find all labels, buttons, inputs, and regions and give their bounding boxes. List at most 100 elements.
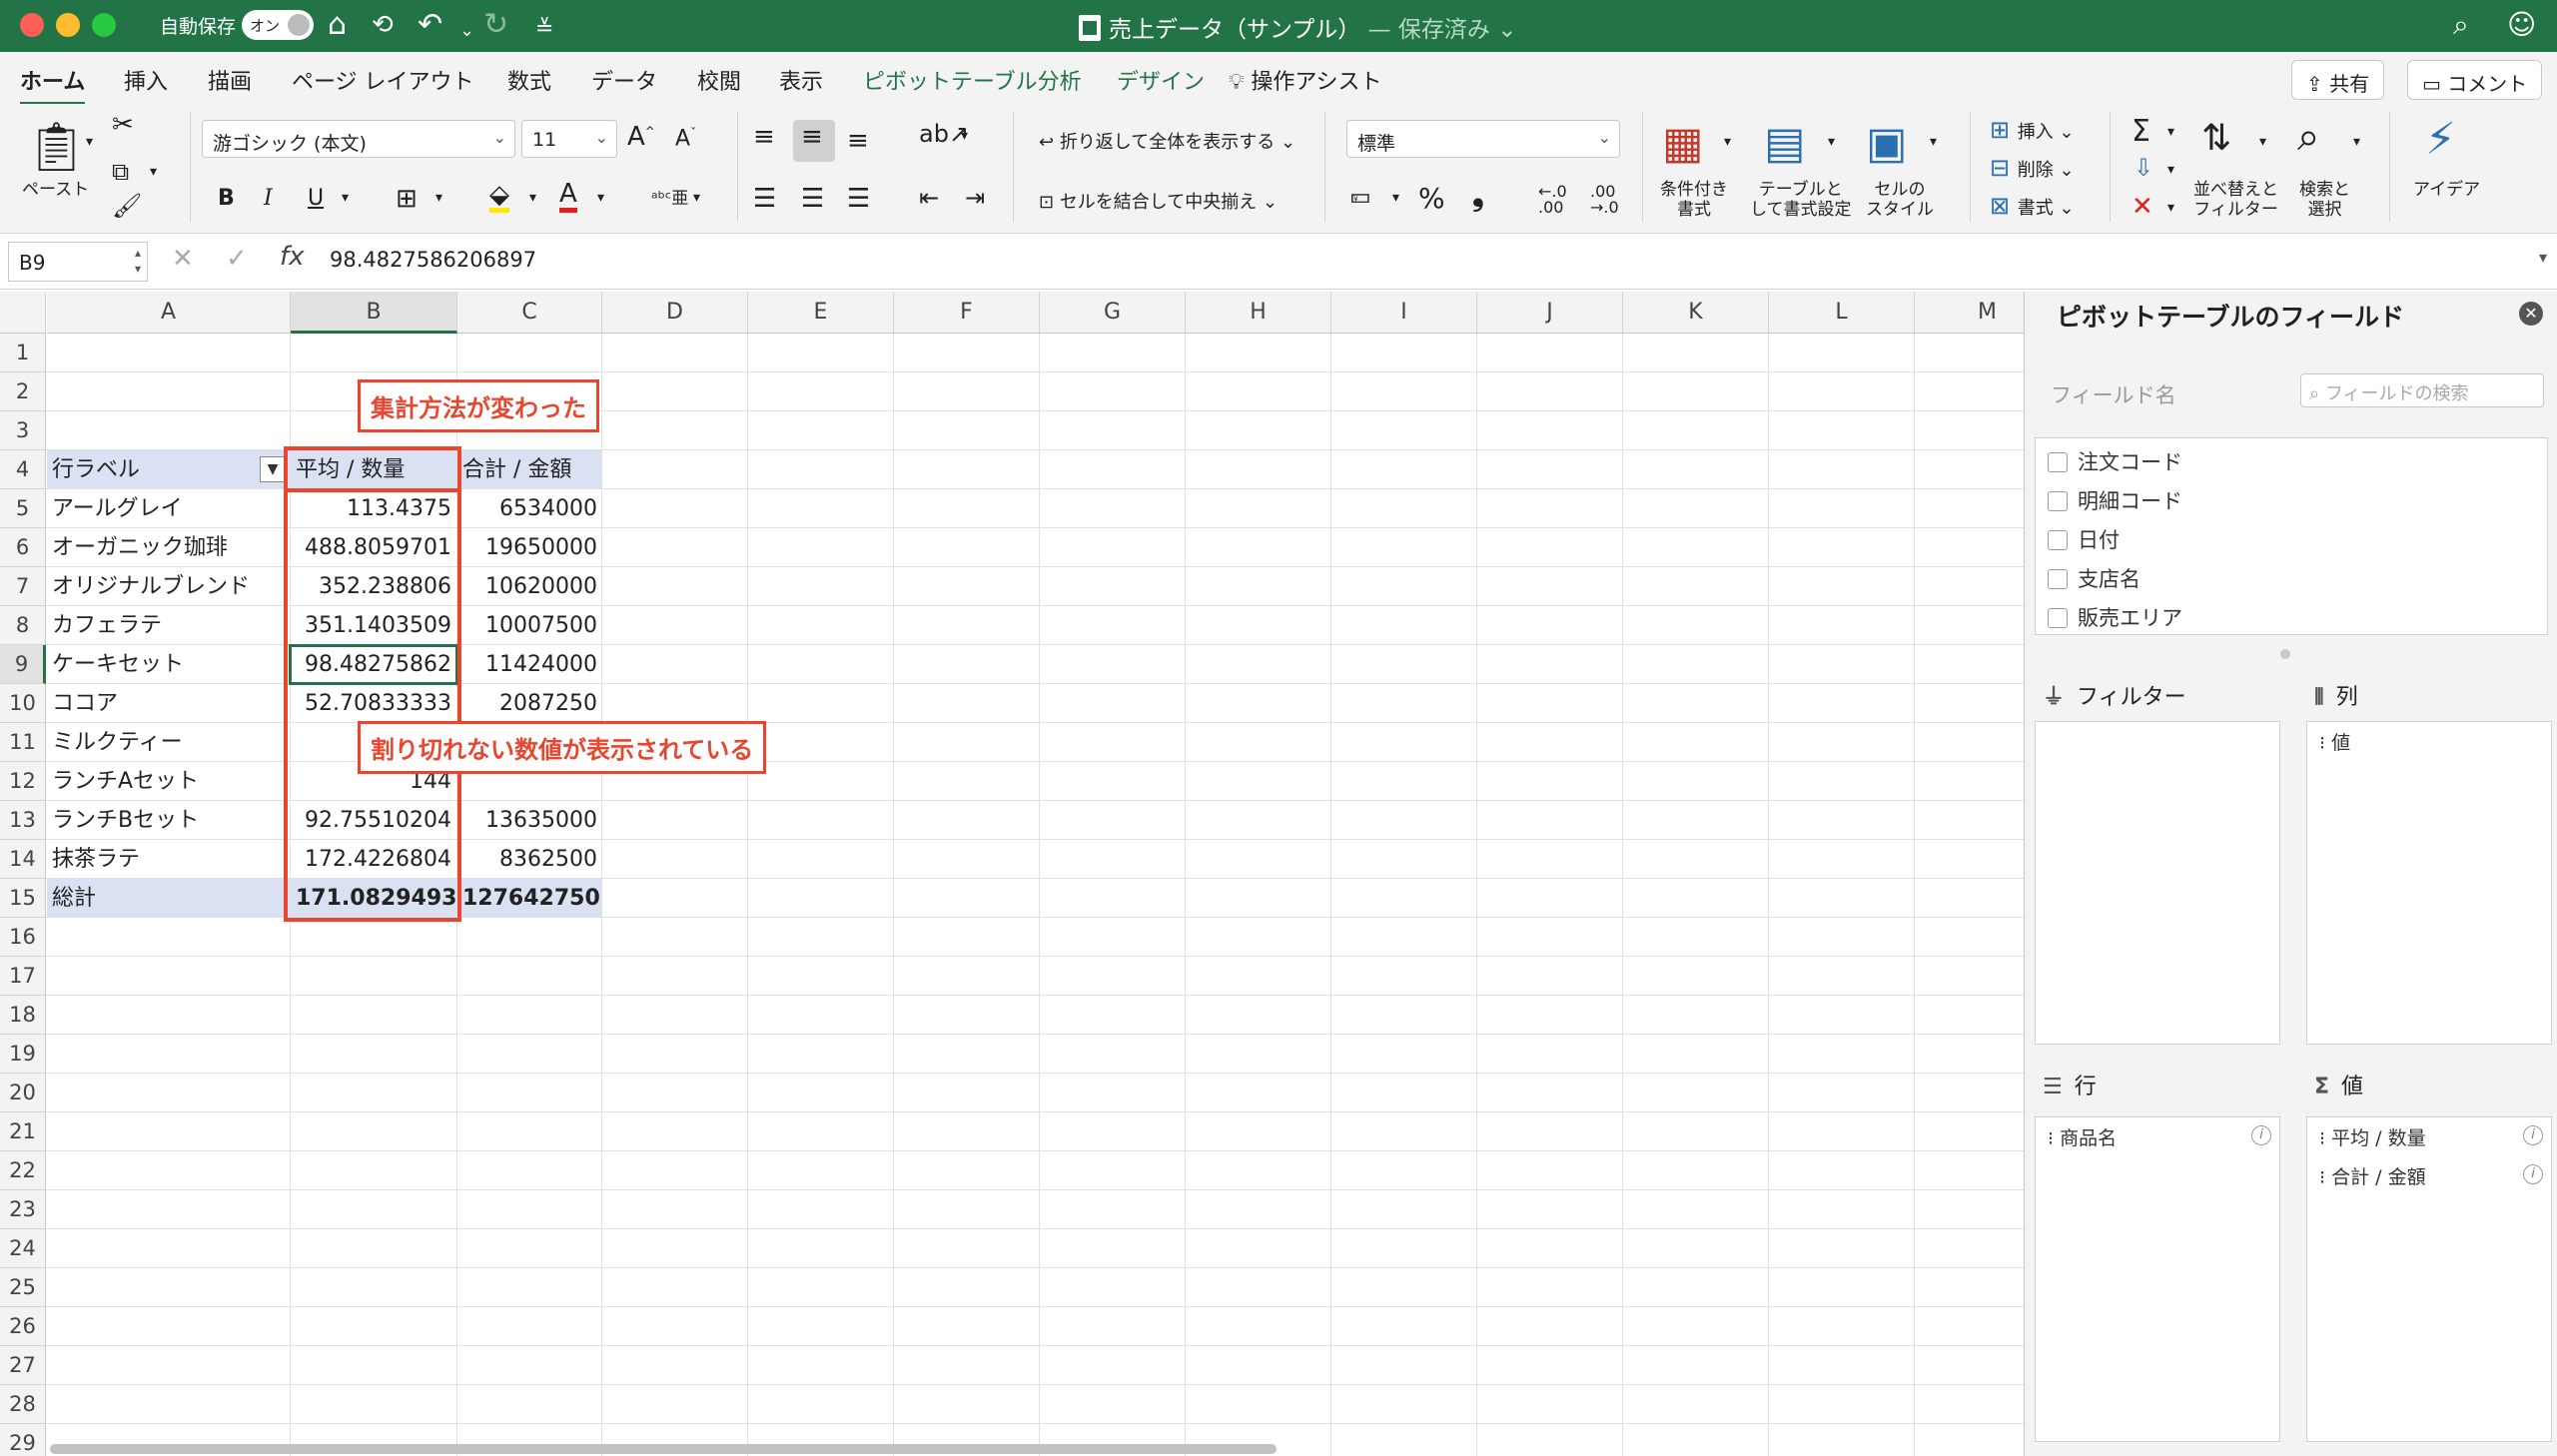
field-checkbox[interactable] bbox=[2048, 452, 2068, 472]
comma-style-icon[interactable]: ❟ bbox=[1472, 178, 1484, 213]
pivot-row-label[interactable]: アールグレイ bbox=[47, 489, 287, 528]
pivot-row-sum[interactable]: 19650000 bbox=[457, 528, 602, 567]
conditional-formatting-label[interactable]: 条件付き 書式 bbox=[1660, 180, 1728, 220]
field-item[interactable]: 日付 bbox=[2048, 524, 2120, 554]
row-header-2[interactable]: 2 bbox=[0, 372, 46, 411]
comments-button[interactable]: ▭ コメント bbox=[2407, 60, 2543, 100]
insert-cells-button[interactable]: ⊞ 挿入 ⌄ bbox=[1990, 116, 2075, 144]
borders-dropdown-icon[interactable]: ▾ bbox=[435, 190, 442, 206]
format-painter-icon[interactable]: 🖌︎ bbox=[112, 192, 142, 220]
conditional-formatting-icon[interactable]: ▦ bbox=[1662, 118, 1704, 169]
align-bottom-icon[interactable]: ≡ bbox=[847, 126, 869, 156]
copy-dropdown-icon[interactable]: ▾ bbox=[150, 164, 157, 180]
row-item-product[interactable]: ⁝ 商品名 bbox=[2048, 1123, 2117, 1150]
row-header-22[interactable]: 22 bbox=[0, 1151, 46, 1190]
column-header-i[interactable]: I bbox=[1331, 292, 1477, 334]
row-header-3[interactable]: 3 bbox=[0, 411, 46, 450]
paste-label[interactable]: ペースト bbox=[22, 180, 89, 200]
field-checkbox[interactable] bbox=[2048, 491, 2068, 511]
column-header-d[interactable]: D bbox=[602, 292, 748, 334]
underline-dropdown-icon[interactable]: ▾ bbox=[342, 190, 349, 206]
row-header-24[interactable]: 24 bbox=[0, 1229, 46, 1268]
column-header-m[interactable]: M bbox=[1915, 292, 2024, 334]
align-left-icon[interactable]: ☰ bbox=[753, 184, 776, 214]
font-name-select[interactable]: 游ゴシック (本文) ⌄ bbox=[202, 120, 515, 158]
underline-icon[interactable]: U bbox=[308, 186, 324, 211]
column-header-g[interactable]: G bbox=[1040, 292, 1186, 334]
decrease-decimal-icon[interactable]: .00 →.0 bbox=[1590, 184, 1619, 216]
info-icon[interactable]: i bbox=[2523, 1125, 2543, 1145]
column-header-b[interactable]: B bbox=[291, 292, 457, 334]
row-header-26[interactable]: 26 bbox=[0, 1307, 46, 1346]
font-color-dropdown-icon[interactable]: ▾ bbox=[597, 190, 604, 206]
values-drop-area[interactable]: ⁝ 平均 / 数量 i ⁝ 合計 / 金額 i bbox=[2306, 1116, 2552, 1442]
feedback-smiley-icon[interactable]: ☺ bbox=[2507, 8, 2536, 42]
merge-center-button[interactable]: ⊡ セルを結合して中央揃え ⌄ bbox=[1039, 188, 1278, 214]
home-icon[interactable]: ⌂ bbox=[328, 8, 347, 42]
phonetic-dropdown-icon[interactable]: ▾ bbox=[693, 190, 700, 206]
percent-style-icon[interactable]: % bbox=[1418, 182, 1445, 215]
font-size-select[interactable]: 11 ⌄ bbox=[521, 120, 617, 158]
info-icon[interactable]: i bbox=[2523, 1164, 2543, 1184]
row-header-13[interactable]: 13 bbox=[0, 801, 46, 840]
select-all-corner[interactable] bbox=[0, 292, 46, 334]
pivot-row-label[interactable]: 抹茶ラテ bbox=[47, 840, 287, 879]
pivot-row-label[interactable]: ココア bbox=[47, 684, 287, 723]
row-header-17[interactable]: 17 bbox=[0, 957, 46, 996]
columns-drop-area[interactable]: ⁝ 値 bbox=[2306, 721, 2552, 1045]
find-select-label[interactable]: 検索と 選択 bbox=[2299, 180, 2350, 220]
value-item-avg-quantity[interactable]: ⁝ 平均 / 数量 bbox=[2319, 1123, 2426, 1150]
cell-styles-label[interactable]: セルの スタイル bbox=[1866, 180, 1934, 220]
tab-draw[interactable]: 描画 bbox=[208, 64, 252, 96]
pivot-row-sum[interactable]: 8362500 bbox=[457, 840, 602, 879]
column-header-k[interactable]: K bbox=[1623, 292, 1769, 334]
row-header-5[interactable]: 5 bbox=[0, 489, 46, 528]
rows-drop-area[interactable]: ⁝ 商品名 i bbox=[2035, 1116, 2280, 1442]
ideas-icon[interactable]: ⚡︎ bbox=[2425, 114, 2456, 165]
tab-home[interactable]: ホーム bbox=[20, 64, 86, 106]
fill-color-dropdown-icon[interactable]: ▾ bbox=[529, 190, 536, 206]
pivot-sum-header[interactable]: 合計 / 金額 bbox=[457, 450, 602, 489]
tab-pivot-analyze[interactable]: ピボットテーブル分析 bbox=[863, 64, 1082, 96]
tab-review[interactable]: 校閲 bbox=[697, 64, 741, 96]
paste-icon[interactable]: 📋︎ bbox=[26, 118, 87, 175]
row-header-20[interactable]: 20 bbox=[0, 1074, 46, 1112]
orientation-dropdown-icon[interactable]: ▾ bbox=[961, 128, 968, 144]
delete-cells-button[interactable]: ⊟ 削除 ⌄ bbox=[1990, 154, 2075, 182]
accounting-dropdown-icon[interactable]: ▾ bbox=[1392, 190, 1399, 206]
sort-filter-icon[interactable]: ⇅ bbox=[2201, 118, 2231, 159]
tab-design[interactable]: デザイン bbox=[1117, 64, 1205, 96]
tab-insert[interactable]: 挿入 bbox=[124, 64, 168, 96]
pivot-row-sum[interactable]: 10620000 bbox=[457, 567, 602, 606]
field-item[interactable]: 注文コード bbox=[2048, 446, 2182, 476]
tab-view[interactable]: 表示 bbox=[779, 64, 823, 96]
sort-filter-label[interactable]: 並べ替えと フィルター bbox=[2193, 180, 2278, 220]
resize-handle[interactable] bbox=[2280, 649, 2290, 659]
insert-function-icon[interactable]: fx bbox=[280, 242, 305, 272]
row-label-filter-dropdown-icon[interactable]: ▼ bbox=[260, 456, 286, 482]
row-header-11[interactable]: 11 bbox=[0, 723, 46, 762]
decrease-indent-icon[interactable]: ⇤ bbox=[919, 184, 939, 212]
redo-icon[interactable]: ↻ bbox=[483, 8, 508, 42]
row-header-23[interactable]: 23 bbox=[0, 1190, 46, 1229]
decrease-font-size-icon[interactable]: Aˇ bbox=[675, 126, 696, 151]
horizontal-scrollbar[interactable] bbox=[50, 1444, 1277, 1454]
save-icon[interactable]: ⟲ bbox=[372, 8, 394, 42]
cond-format-dropdown-icon[interactable]: ▾ bbox=[1724, 134, 1731, 150]
column-header-h[interactable]: H bbox=[1186, 292, 1331, 334]
field-item[interactable]: 販売エリア bbox=[2048, 602, 2182, 632]
formula-input[interactable]: 98.4827586206897 bbox=[330, 248, 536, 272]
increase-font-size-icon[interactable]: A^ bbox=[627, 122, 655, 152]
format-cells-button[interactable]: ⊠ 書式 ⌄ bbox=[1990, 192, 2075, 220]
minimize-window-button[interactable] bbox=[56, 13, 80, 37]
column-header-a[interactable]: A bbox=[47, 292, 291, 334]
pivot-row-label-header[interactable]: 行ラベル bbox=[47, 450, 287, 489]
autosum-dropdown-icon[interactable]: ▾ bbox=[2167, 124, 2174, 140]
customize-toolbar-icon[interactable]: ≚ bbox=[535, 12, 553, 46]
confirm-formula-icon[interactable]: ✓ bbox=[226, 244, 248, 274]
copy-icon[interactable]: ⧉ bbox=[112, 158, 129, 186]
fill-icon[interactable]: ⇩ bbox=[2133, 154, 2153, 182]
row-header-14[interactable]: 14 bbox=[0, 840, 46, 879]
filters-drop-area[interactable] bbox=[2035, 721, 2280, 1045]
cell-styles-dropdown-icon[interactable]: ▾ bbox=[1930, 134, 1937, 150]
